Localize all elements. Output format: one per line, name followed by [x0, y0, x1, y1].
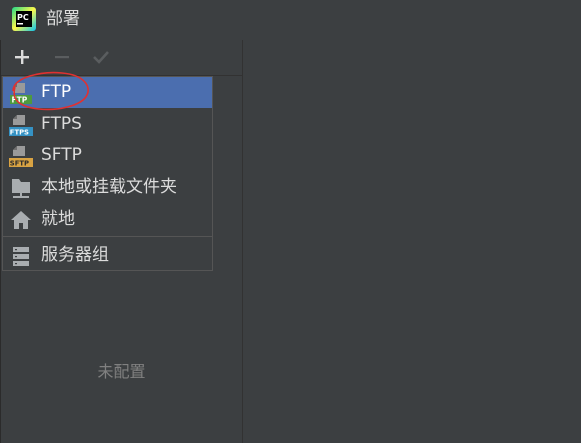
home-icon: [11, 211, 31, 229]
menu-separator: [3, 236, 212, 237]
menu-item-ftps[interactable]: FTPS FTPS: [3, 109, 212, 140]
folder-icon: [12, 179, 30, 198]
add-server-popup: FTP FTP FTPS FTPS SFTP SFTP 本地或挂载文件夹 就地 …: [2, 76, 213, 271]
empty-state-text: 未配置: [97, 362, 146, 381]
server-list-toolbar: [1, 40, 242, 76]
menu-item-ftp[interactable]: FTP FTP: [3, 77, 212, 108]
menu-item-label: 就地: [41, 209, 75, 229]
pycharm-app-icon: PC: [12, 7, 36, 31]
server-details-panel: [244, 40, 581, 443]
plus-icon: [15, 50, 29, 64]
menu-item-label: SFTP: [41, 145, 82, 165]
window-title: 部署: [46, 9, 80, 29]
ftp-icon: FTP: [10, 83, 32, 105]
deployment-window: PC 部署 未配置 FTP FTP FTPS FTPS SFTP SFTP 本地…: [0, 0, 581, 443]
menu-item-label: 服务器组: [41, 245, 109, 265]
check-icon: [93, 51, 109, 64]
panel-divider: [242, 40, 243, 443]
menu-item-label: FTPS: [41, 114, 82, 134]
ftps-badge-text: FTPS: [10, 129, 29, 137]
menu-item-label: FTP: [41, 82, 72, 102]
menu-item-label: 本地或挂载文件夹: [41, 177, 177, 197]
menu-item-sftp[interactable]: SFTP SFTP: [3, 140, 212, 171]
panel-border: [0, 40, 1, 443]
menu-item-server-group[interactable]: 服务器组: [3, 240, 212, 271]
ftps-icon: FTPS: [9, 115, 33, 137]
menu-item-in-place[interactable]: 就地: [3, 204, 212, 235]
app-icon-text: PC: [17, 13, 29, 22]
sftp-badge-text: SFTP: [10, 160, 29, 168]
title-bar: PC 部署: [0, 0, 581, 40]
menu-item-local-folder[interactable]: 本地或挂载文件夹: [3, 172, 212, 203]
sftp-icon: SFTP: [9, 146, 33, 168]
minus-icon: [55, 56, 69, 59]
ftp-badge-text: FTP: [12, 96, 28, 105]
apply-button[interactable]: [90, 46, 112, 68]
server-group-icon: [13, 247, 29, 266]
remove-server-button[interactable]: [51, 46, 73, 68]
add-server-button[interactable]: [11, 46, 33, 68]
